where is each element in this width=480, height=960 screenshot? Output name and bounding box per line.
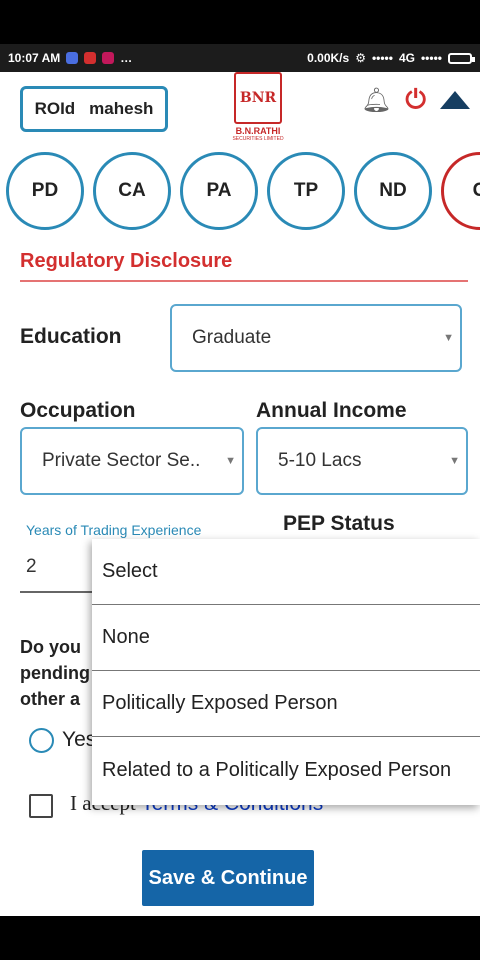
annual-income-value: 5-10 Lacs <box>278 450 362 471</box>
pep-option-select[interactable]: Select <box>92 539 480 605</box>
logo-sub: SECURITIES LIMITED <box>232 136 284 142</box>
accept-terms-checkbox[interactable] <box>29 794 53 818</box>
save-continue-button[interactable]: Save & Continue <box>142 850 314 906</box>
section-title: Regulatory Disclosure <box>20 250 233 272</box>
pep-option-politically-exposed[interactable]: Politically Exposed Person <box>92 671 480 737</box>
logo-mark: BNR <box>234 72 282 124</box>
logo-name: B.N.RATHI <box>235 126 281 136</box>
header-actions: 🔔︎ ⏻ <box>361 84 470 116</box>
pep-option-related-politically-exposed[interactable]: Related to a Politically Exposed Person <box>92 737 480 803</box>
step-nd[interactable]: ND <box>354 152 432 230</box>
occupation-select[interactable]: Private Sector Se.. ▼ <box>20 427 244 495</box>
roid-label: ROId <box>34 99 76 118</box>
trading-experience-underline <box>20 591 100 593</box>
education-label: Education <box>20 325 122 348</box>
top-black-bar <box>0 0 480 44</box>
notification-app-icon <box>66 52 79 64</box>
battery-icon <box>448 52 475 64</box>
question-line-1: Do you <box>20 637 81 657</box>
annual-income-select[interactable]: 5-10 Lacs ▼ <box>256 427 468 495</box>
step-tp[interactable]: TP <box>267 152 345 230</box>
chevron-down-icon: ▼ <box>443 332 454 344</box>
disclosure-question: Do you pending other a <box>20 634 90 712</box>
trading-experience-input[interactable]: 2 <box>26 556 37 578</box>
notification-mail-icon <box>84 52 97 64</box>
step-pa[interactable]: PA <box>180 152 258 230</box>
radio-yes[interactable] <box>29 728 54 753</box>
question-line-3: other a <box>20 689 81 709</box>
notification-bell-icon[interactable]: 🔔︎ <box>361 86 391 115</box>
notification-app-icon-2 <box>102 52 115 64</box>
signal-dots-1: ••••• <box>371 51 393 65</box>
status-left: 10:07 AM … <box>8 51 132 65</box>
network-speed: 0.00K/s <box>307 51 350 65</box>
status-right: 0.00K/s ⚙ ••••• 4G ••••• <box>307 51 475 65</box>
chevron-down-icon: ▼ <box>225 455 236 467</box>
pep-option-none[interactable]: None <box>92 605 480 671</box>
network-type: 4G <box>398 51 415 65</box>
pep-status-label: PEP Status <box>283 512 395 535</box>
trading-experience-label: Years of Trading Experience <box>26 522 202 538</box>
bottom-black-bar <box>0 916 480 960</box>
power-icon[interactable]: ⏻ <box>405 84 426 116</box>
app-screen: ROId mahesh BNR B.N.RATHI SECURITIES LIM… <box>0 72 480 916</box>
occupation-value: Private Sector Se.. <box>42 450 201 471</box>
settings-status-icon: ⚙ <box>355 51 366 65</box>
status-time: 10:07 AM <box>8 51 61 65</box>
section-divider <box>20 280 468 282</box>
roid-box: ROId mahesh <box>20 86 168 132</box>
education-select[interactable]: Graduate ▼ <box>170 304 462 372</box>
brand-logo: BNR B.N.RATHI SECURITIES LIMITED <box>218 72 298 154</box>
step-pd[interactable]: PD <box>6 152 84 230</box>
step-navigation: PD CA PA TP ND G <box>6 152 480 232</box>
collapse-up-icon[interactable] <box>440 91 470 109</box>
roid-value: mahesh <box>89 99 154 118</box>
signal-dots-2: ••••• <box>420 51 442 65</box>
chevron-down-icon: ▼ <box>449 455 460 467</box>
step-g[interactable]: G <box>441 152 480 230</box>
more-notifications-icon: … <box>120 51 133 65</box>
pep-status-dropdown: Select None Politically Exposed Person R… <box>92 539 480 805</box>
question-line-2: pending <box>20 663 90 683</box>
annual-income-label: Annual Income <box>256 399 407 422</box>
occupation-label: Occupation <box>20 399 136 422</box>
education-value: Graduate <box>192 327 272 348</box>
step-ca[interactable]: CA <box>93 152 171 230</box>
status-bar: 10:07 AM … 0.00K/s ⚙ ••••• 4G ••••• <box>0 44 480 72</box>
